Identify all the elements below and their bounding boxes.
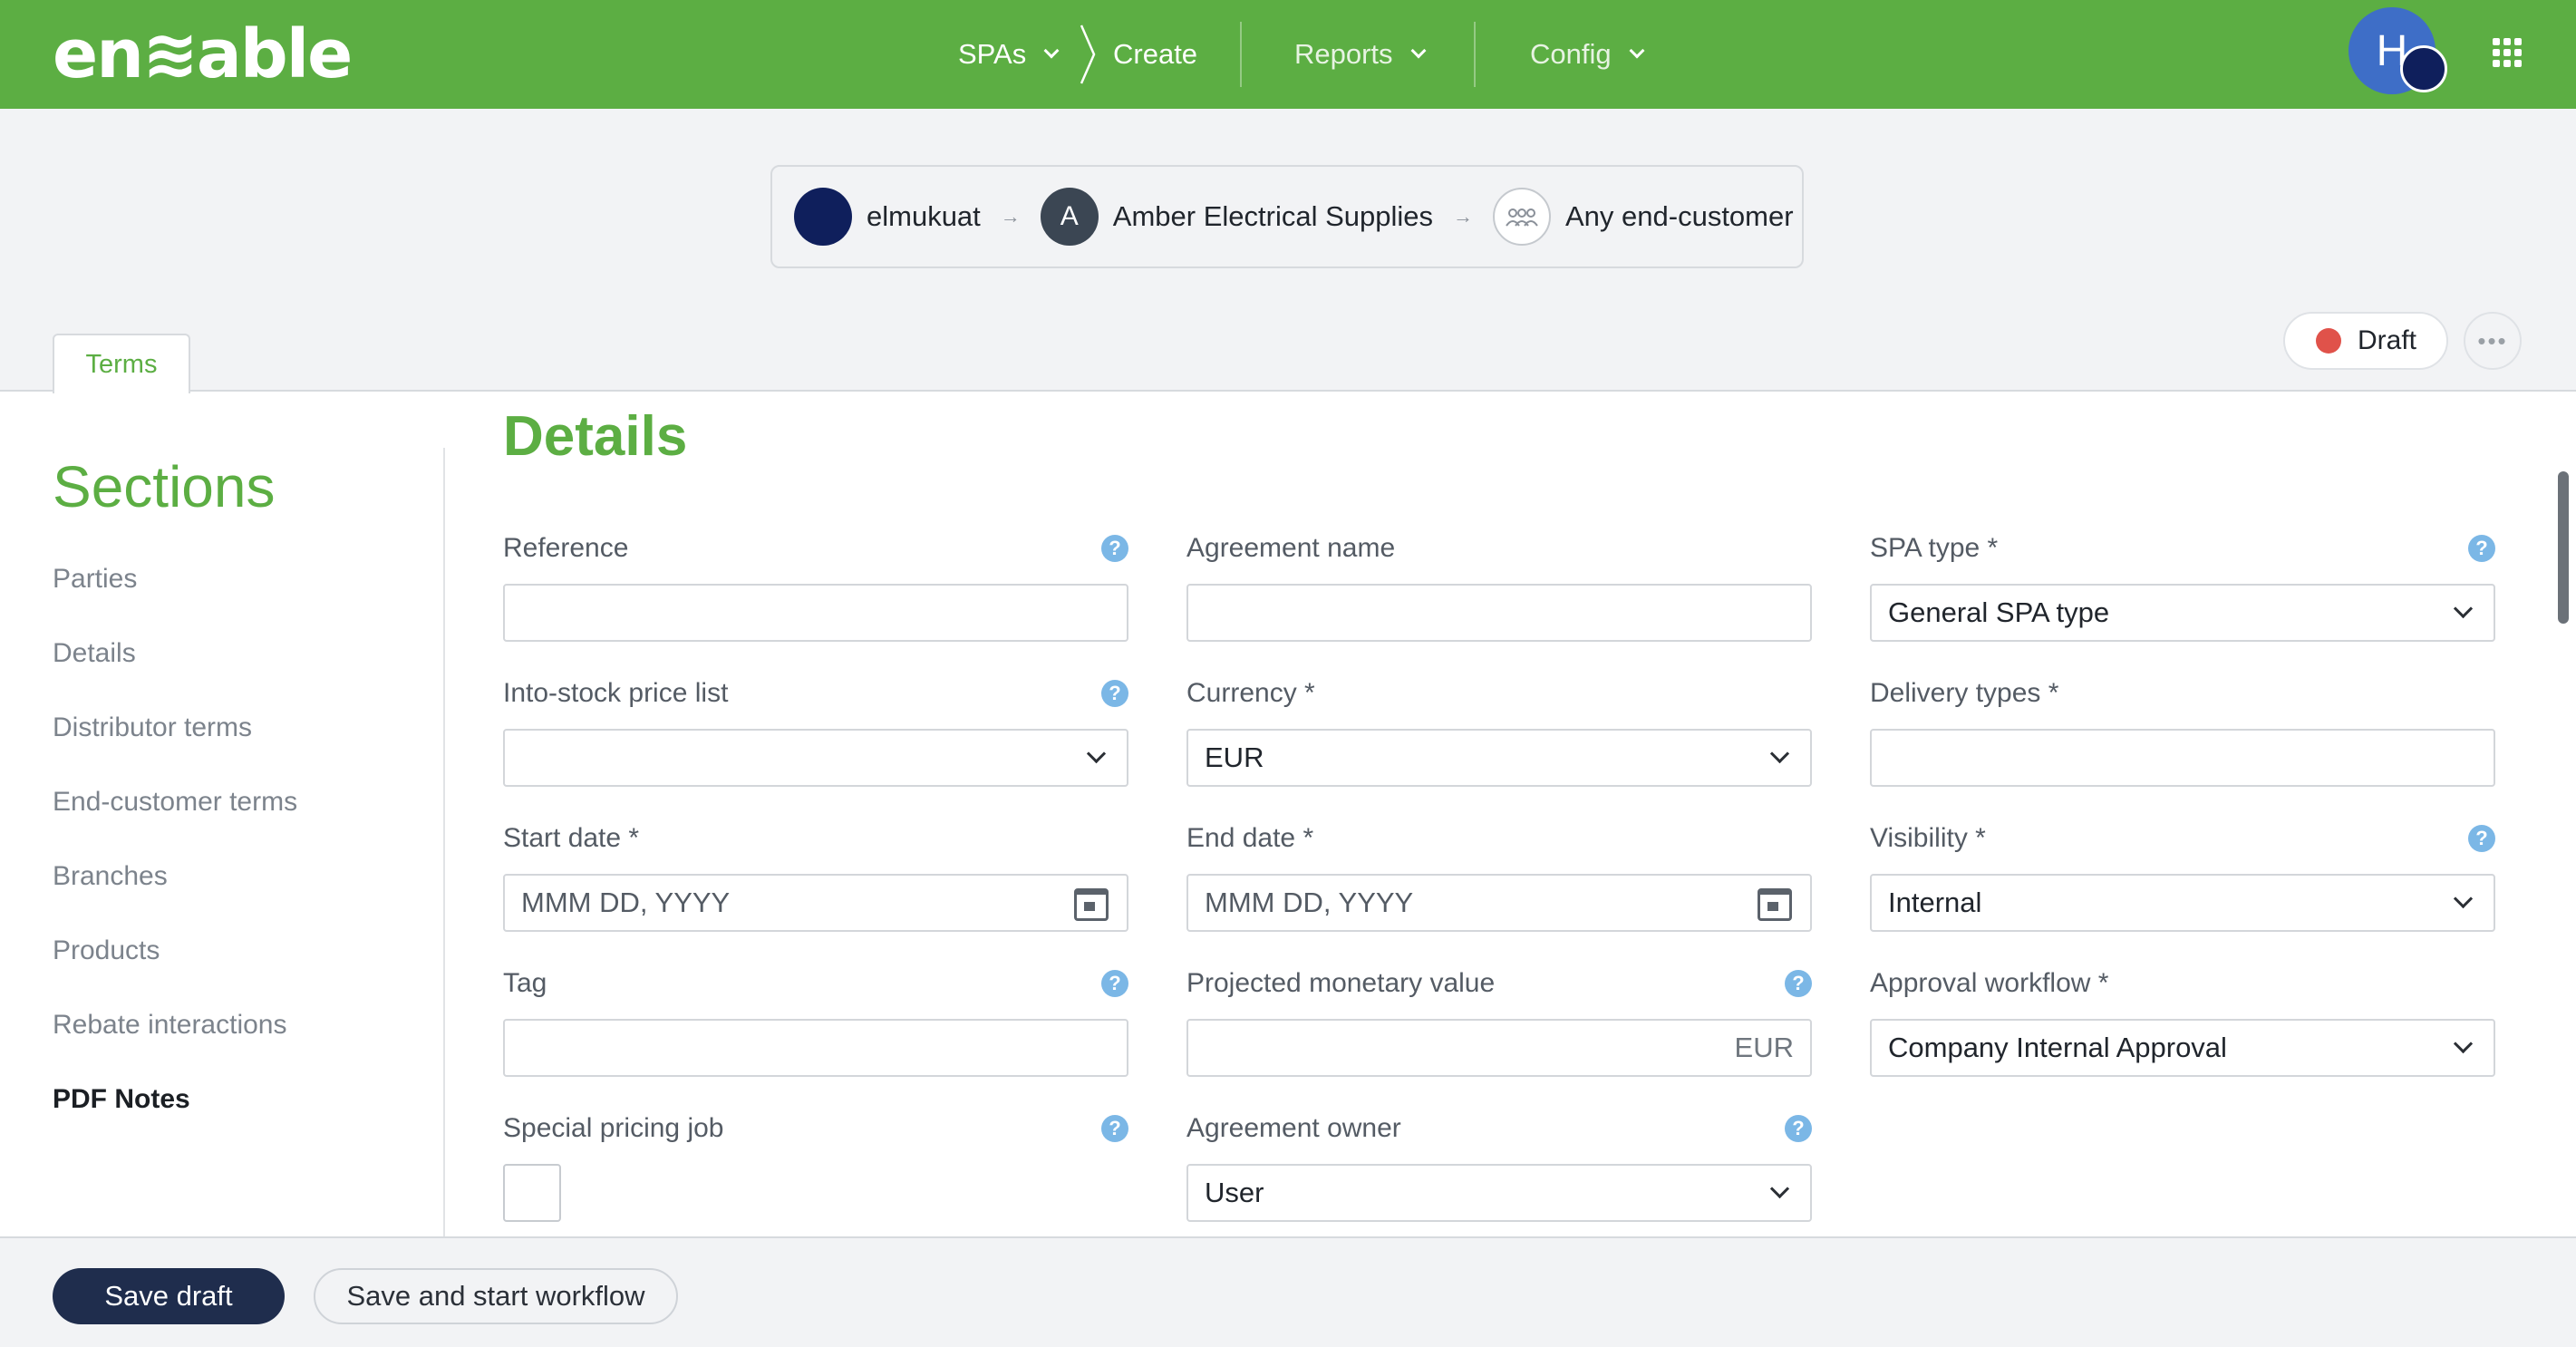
end-date-input[interactable]: MMM DD, YYYY (1186, 874, 1812, 932)
help-icon[interactable]: ? (1101, 535, 1128, 562)
nav-reports-label: Reports (1294, 38, 1393, 70)
details-title: Details (503, 405, 688, 468)
help-icon[interactable]: ? (2468, 825, 2495, 852)
enable-logo[interactable]: en≋able (53, 13, 353, 96)
save-and-start-workflow-button[interactable]: Save and start workflow (314, 1268, 678, 1324)
special-pricing-job-checkbox[interactable] (503, 1164, 561, 1222)
into-stock-price-list-field: Into-stock price list? (503, 674, 1128, 787)
arrow-right-icon: → (1000, 205, 1021, 228)
chevron-down-icon (1086, 743, 1107, 764)
chevron-down-icon (1629, 43, 1645, 59)
help-icon[interactable]: ? (1101, 970, 1128, 997)
tag-input[interactable] (503, 1019, 1128, 1077)
special-pricing-job-field: Special pricing job? (503, 1110, 1128, 1222)
help-icon[interactable]: ? (2468, 535, 2495, 562)
section-link-parties[interactable]: Parties (53, 564, 297, 638)
spa-type-select[interactable]: General SPA type (1870, 584, 2495, 642)
main-panel: Sections Parties Details Distributor ter… (0, 390, 2576, 1238)
status-dot-icon (2316, 328, 2341, 354)
nav-spas-label: SPAs (958, 38, 1027, 70)
sections-divider (443, 448, 445, 1238)
currency-suffix: EUR (1734, 1032, 1794, 1063)
approval-workflow-select[interactable]: Company Internal Approval (1870, 1019, 2495, 1077)
nav-divider (1474, 22, 1476, 87)
nav-divider (1240, 22, 1242, 87)
end-date-field: End date * MMM DD, YYYY (1186, 819, 1812, 932)
reference-field: Reference? (503, 529, 1128, 642)
nav-spas-menu[interactable]: SPAs (958, 0, 1060, 109)
save-draft-button[interactable]: Save draft (53, 1268, 285, 1324)
reference-input[interactable] (503, 584, 1128, 642)
approval-workflow-field: Approval workflow * Company Internal App… (1870, 964, 2495, 1077)
start-date-field: Start date * MMM DD, YYYY (503, 819, 1128, 932)
scrollbar-thumb[interactable] (2558, 471, 2569, 624)
parties-breadcrumb: elmukuat → A Amber Electrical Supplies →… (770, 165, 1804, 268)
nav-config-menu[interactable]: Config (1530, 0, 1645, 109)
delivery-types-field: Delivery types * (1870, 674, 2495, 787)
section-link-pdf-notes[interactable]: PDF Notes (53, 1084, 297, 1158)
spa-type-field: SPA type *? General SPA type (1870, 529, 2495, 642)
help-icon[interactable]: ? (1785, 1115, 1812, 1142)
apps-grid-icon[interactable] (2493, 38, 2522, 67)
party-end-customer-name[interactable]: Any end-customer (1565, 200, 1794, 233)
visibility-select[interactable]: Internal (1870, 874, 2495, 932)
section-link-distributor-terms[interactable]: Distributor terms (53, 712, 297, 787)
agreement-name-input[interactable] (1186, 584, 1812, 642)
visibility-field: Visibility *? Internal (1870, 819, 2495, 932)
nav-config-label: Config (1530, 38, 1612, 70)
company-logo-avatar (794, 188, 852, 246)
party-issuer-name[interactable]: elmukuat (867, 200, 981, 233)
projected-monetary-value-input[interactable]: EUR (1186, 1019, 1812, 1077)
projected-monetary-value-field: Projected monetary value? EUR (1186, 964, 1812, 1077)
footer-bar: Save draft Save and start workflow (0, 1236, 2576, 1347)
section-link-products[interactable]: Products (53, 935, 297, 1010)
sections-nav: Parties Details Distributor terms End-cu… (53, 564, 297, 1158)
currency-select[interactable]: EUR (1186, 729, 1812, 787)
arrow-right-icon: → (1453, 205, 1473, 228)
chevron-down-icon (1769, 1178, 1790, 1199)
section-link-rebate-interactions[interactable]: Rebate interactions (53, 1010, 297, 1084)
distributor-avatar: A (1040, 188, 1099, 246)
nav-reports-menu[interactable]: Reports (1294, 0, 1427, 109)
agreement-name-field: Agreement name (1186, 529, 1812, 642)
sections-title: Sections (53, 454, 276, 519)
start-date-input[interactable]: MMM DD, YYYY (503, 874, 1128, 932)
top-bar: en≋able SPAs Create Reports Config H (0, 0, 2576, 109)
chevron-down-icon (1043, 43, 1060, 59)
more-options-icon[interactable]: ••• (2464, 312, 2522, 370)
chevron-down-icon (1410, 43, 1427, 59)
breadcrumb-chevron-icon (1080, 24, 1096, 84)
agreement-owner-field: Agreement owner? User (1186, 1110, 1812, 1222)
section-link-branches[interactable]: Branches (53, 861, 297, 935)
calendar-icon[interactable] (1758, 888, 1792, 921)
calendar-icon[interactable] (1074, 888, 1109, 921)
delivery-types-input[interactable] (1870, 729, 2495, 787)
company-avatar-badge (2400, 45, 2447, 92)
section-link-details[interactable]: Details (53, 638, 297, 712)
chevron-down-icon (2453, 1033, 2474, 1054)
nav-create[interactable]: Create (1113, 0, 1197, 109)
status-badge[interactable]: Draft (2283, 312, 2448, 370)
tag-field: Tag? (503, 964, 1128, 1077)
section-link-end-customer-terms[interactable]: End-customer terms (53, 787, 297, 861)
agreement-owner-select[interactable]: User (1186, 1164, 1812, 1222)
tab-terms[interactable]: Terms (53, 334, 190, 393)
group-icon (1493, 188, 1551, 246)
help-icon[interactable]: ? (1785, 970, 1812, 997)
help-icon[interactable]: ? (1101, 1115, 1128, 1142)
into-stock-price-list-select[interactable] (503, 729, 1128, 787)
chevron-down-icon (2453, 598, 2474, 619)
currency-field: Currency * EUR (1186, 674, 1812, 787)
help-icon[interactable]: ? (1101, 680, 1128, 707)
chevron-down-icon (1769, 743, 1790, 764)
party-distributor-name[interactable]: Amber Electrical Supplies (1113, 200, 1433, 233)
chevron-down-icon (2453, 888, 2474, 909)
